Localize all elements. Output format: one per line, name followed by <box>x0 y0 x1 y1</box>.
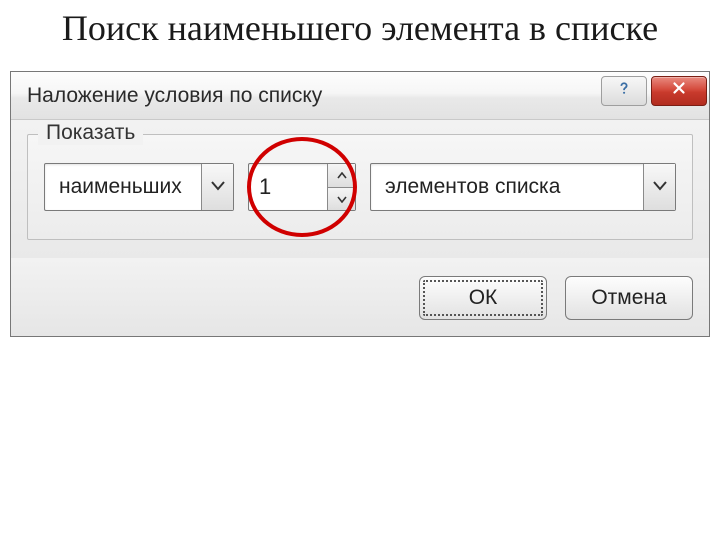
mode-dropdown-value: наименьших <box>45 164 201 210</box>
dialog-window: Наложение условия по списку Показать наи… <box>10 71 710 337</box>
ok-button[interactable]: ОК <box>419 276 547 320</box>
spinner-down-button[interactable] <box>328 187 355 211</box>
dialog-body: Показать наименьших 1 <box>11 120 709 258</box>
help-button[interactable] <box>601 76 647 106</box>
page-title: Поиск наименьшего элемента в списке <box>0 0 720 71</box>
group-label: Показать <box>38 121 143 145</box>
chevron-down-icon <box>337 190 347 208</box>
mode-dropdown-button[interactable] <box>201 164 233 210</box>
count-spinner[interactable]: 1 <box>248 163 356 211</box>
chevron-up-icon <box>337 166 347 184</box>
cancel-button[interactable]: Отмена <box>565 276 693 320</box>
count-spinner-wrap: 1 <box>248 163 356 211</box>
spinner-up-button[interactable] <box>328 164 355 187</box>
show-group: Показать наименьших 1 <box>27 134 693 240</box>
chevron-down-icon <box>653 178 667 196</box>
dialog-footer: ОК Отмена <box>11 258 709 336</box>
close-button[interactable] <box>651 76 707 106</box>
close-icon <box>670 79 688 102</box>
help-icon <box>615 79 633 102</box>
chevron-down-icon <box>211 178 225 196</box>
spinner-buttons <box>327 164 355 210</box>
mode-dropdown[interactable]: наименьших <box>44 163 234 211</box>
unit-dropdown-button[interactable] <box>643 164 675 210</box>
titlebar: Наложение условия по списку <box>11 72 709 120</box>
unit-dropdown[interactable]: элементов списка <box>370 163 676 211</box>
unit-dropdown-value: элементов списка <box>371 164 643 210</box>
dialog-title: Наложение условия по списку <box>27 84 322 108</box>
titlebar-controls <box>601 86 709 106</box>
controls-row: наименьших 1 <box>44 163 676 211</box>
count-spinner-value[interactable]: 1 <box>249 164 327 210</box>
